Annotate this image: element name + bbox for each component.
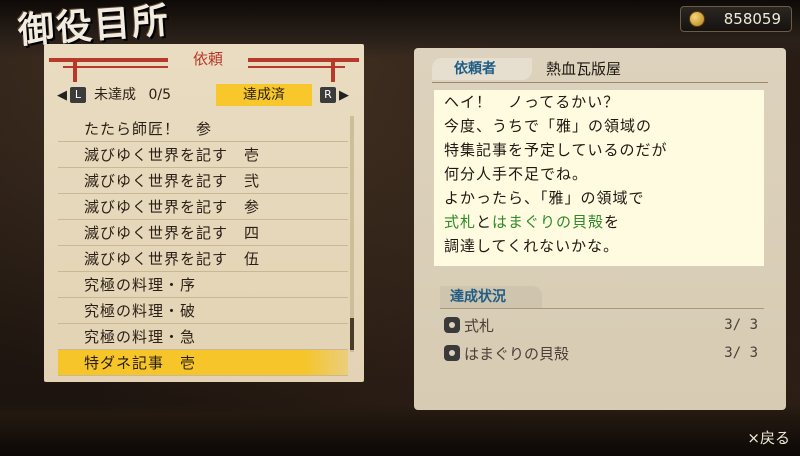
quest-item[interactable]: 滅びゆく世界を記す 四 [58, 220, 348, 246]
quest-message: ヘイ！ ノってるかい？ 今度、うちで「雅」の領域の 特集記事を予定しているのだが… [434, 90, 764, 266]
quest-item-selected[interactable]: 特ダネ記事 壱 [58, 350, 348, 376]
quest-item[interactable]: 究極の料理・序 [58, 272, 348, 298]
tab-left-arrow-icon[interactable]: ◀ [56, 88, 68, 103]
message-text: を [604, 213, 621, 231]
item-highlight: 式札 [444, 213, 477, 231]
requester-label: 依頼者 [432, 58, 532, 80]
money-value: 858059 [723, 10, 781, 28]
message-line: 何分人手不足でね。 [444, 165, 589, 183]
scrollbar-thumb[interactable] [350, 318, 354, 350]
message-line: よかったら、「雅」の領域で [444, 189, 645, 207]
quest-item[interactable]: 究極の料理・急 [58, 324, 348, 350]
quest-item[interactable]: 滅びゆく世界を記す 伍 [58, 246, 348, 272]
coin-icon [689, 11, 705, 27]
tab-incomplete[interactable]: 未達成 0/5 [88, 84, 206, 106]
panel-label: 依頼 [168, 48, 248, 69]
status-item-name: はまぐりの貝殻 [464, 344, 570, 363]
quest-item[interactable]: 滅びゆく世界を記す 壱 [58, 142, 348, 168]
divider [432, 82, 768, 83]
r-button-icon[interactable]: R [320, 87, 336, 103]
quest-item[interactable]: 滅びゆく世界を記す 参 [58, 194, 348, 220]
status-item-name: 式札 [464, 316, 495, 335]
quest-item[interactable]: 滅びゆく世界を記す 弐 [58, 168, 348, 194]
l-button-icon[interactable]: L [70, 87, 86, 103]
status-item: 式札 3/ 3 [444, 312, 764, 338]
tab-incomplete-label: 未達成 [94, 87, 136, 103]
money-display: 858059 [680, 6, 792, 32]
divider [440, 308, 764, 309]
tab-right-arrow-icon[interactable]: ▶ [338, 88, 350, 103]
quest-list-scrollbar[interactable] [350, 116, 354, 352]
back-button[interactable]: ×戻る [747, 427, 790, 448]
message-line: 特集記事を予定しているのだが [444, 141, 668, 159]
tab-incomplete-count: 0/5 [148, 87, 171, 103]
message-line: 式札とはまぐりの貝殻を [434, 210, 764, 234]
requester-name: 熱血瓦版屋 [546, 60, 622, 78]
bottom-brush-border [0, 404, 800, 456]
message-line: ヘイ！ ノってるかい？ [444, 93, 620, 111]
tab-complete[interactable]: 達成済 [216, 84, 312, 106]
item-bullet-icon [444, 317, 460, 333]
status-item: はまぐりの貝殻 3/ 3 [444, 340, 764, 366]
quest-item[interactable]: たたら師匠！ 参 [58, 116, 348, 142]
quest-list: たたら師匠！ 参 滅びゆく世界を記す 壱 滅びゆく世界を記す 弐 滅びゆく世界を… [58, 116, 348, 376]
status-item-count: 3/ 3 [724, 317, 758, 333]
item-bullet-icon [444, 345, 460, 361]
status-item-count: 3/ 3 [724, 345, 758, 361]
message-line: 今度、うちで「雅」の領域の [444, 117, 653, 135]
message-line: 調達してくれないかな。 [444, 237, 620, 255]
item-highlight: はまぐりの貝殻 [492, 213, 605, 231]
quest-tabs: ◀ L 未達成 0/5 達成済 R ▶ [56, 84, 350, 106]
message-text: と [476, 213, 493, 231]
status-label: 達成状況 [440, 286, 542, 308]
quest-item[interactable]: 究極の料理・破 [58, 298, 348, 324]
